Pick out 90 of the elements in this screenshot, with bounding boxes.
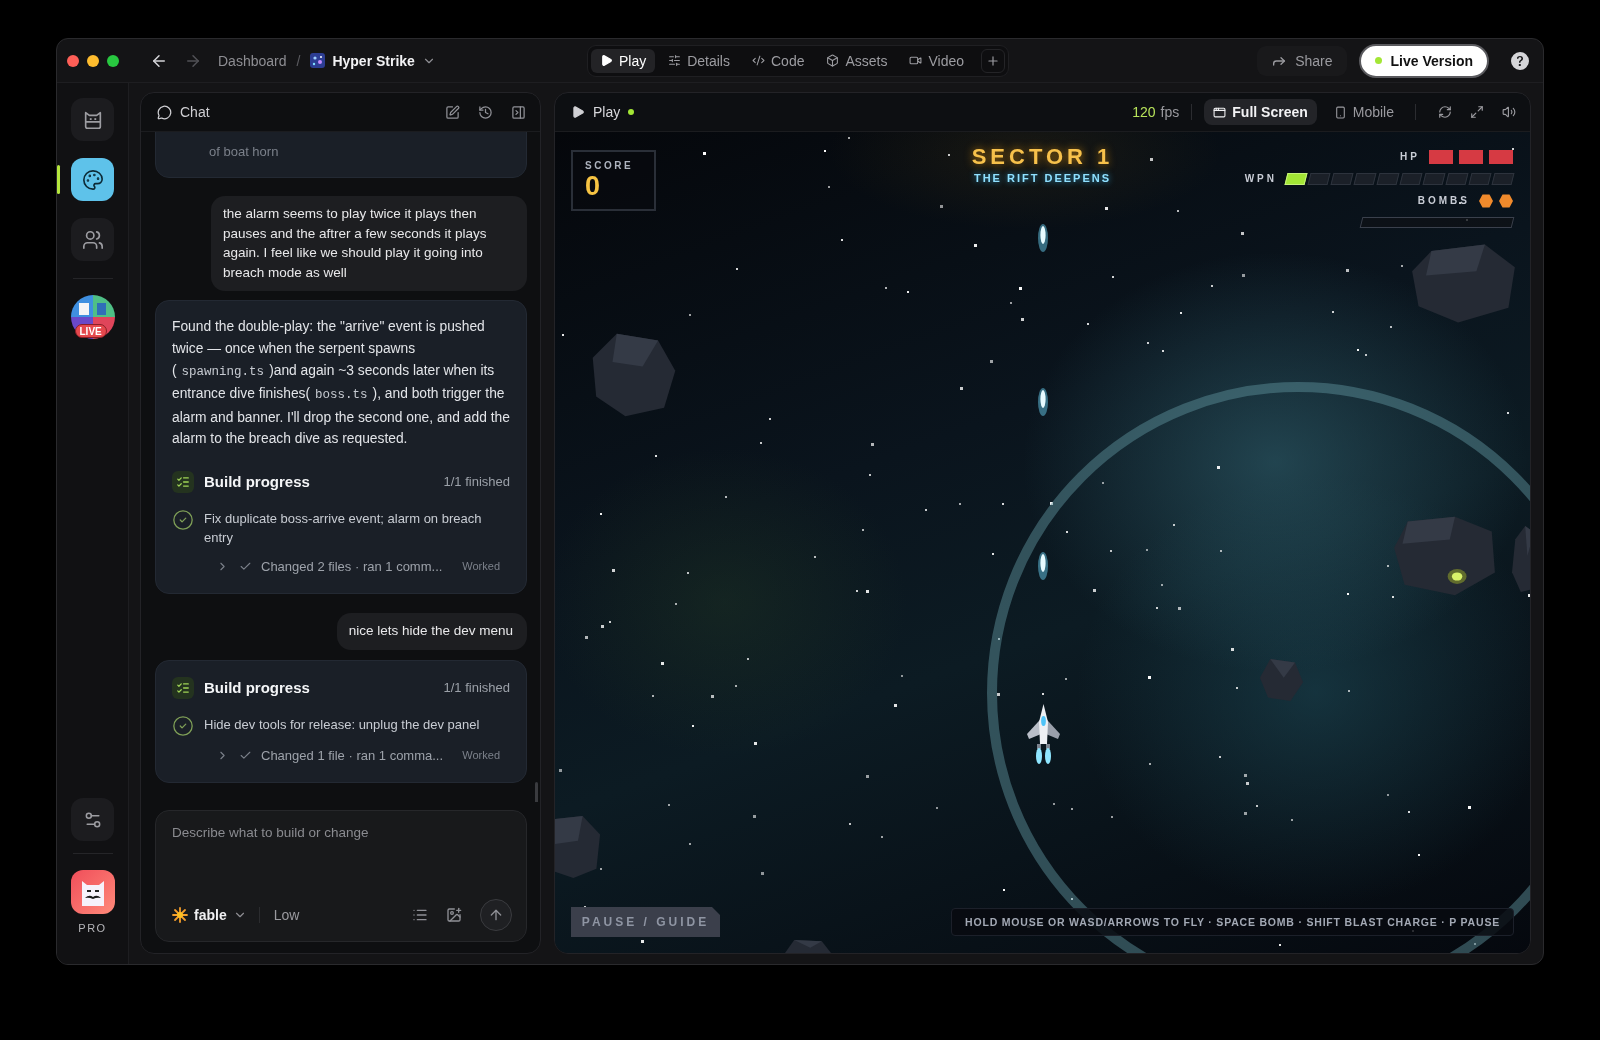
live-badge: LIVE [74, 324, 107, 338]
chat-title: Chat [180, 104, 210, 120]
weapon-label: WPN [1244, 173, 1277, 185]
checklist-icon [172, 676, 194, 699]
active-indicator [57, 165, 60, 194]
live-version-button[interactable]: Live Version [1358, 43, 1489, 78]
window-icon [1213, 105, 1227, 119]
build-progress-title: Build progress [204, 679, 310, 697]
history-button[interactable] [478, 104, 493, 120]
add-image-button[interactable] [446, 907, 462, 923]
minimize-button[interactable] [87, 54, 99, 67]
game-canvas[interactable]: SCORE 0 SECTOR 1 THE RIFT DEEPENS HP WPN BOMBS PAUSE / GUIDE HOLD MOUSE OR WASD/ARROWS TO FLY · SPACE BOMB · SHIFT BLAST CHARGE · P PAUSE [555, 132, 1530, 953]
expand-button[interactable] [1470, 105, 1484, 119]
scrollbar-thumb[interactable] [535, 782, 538, 802]
user-message: the alarm seems to play twice it plays then pauses and the aftrer a few seconds it plays again. I feel like we should play it going into breach mode as well [211, 196, 527, 292]
asteroid [555, 816, 601, 878]
share-button[interactable]: Share [1257, 45, 1347, 76]
volume-button[interactable] [1502, 105, 1516, 119]
view-mode-button[interactable]: Full Screen [1204, 99, 1317, 125]
task-text: of boat horn [209, 143, 280, 161]
laser-bolt [1038, 552, 1048, 582]
hp-label: HP [1400, 151, 1420, 163]
asteroid [1512, 526, 1530, 592]
score-label: SCORE [585, 160, 635, 171]
laser-bolt [1038, 388, 1048, 418]
profile-avatar[interactable] [70, 870, 115, 914]
play-icon [599, 54, 613, 67]
plan-label: PRO [78, 922, 107, 934]
pause-guide-button[interactable]: PAUSE / GUIDE [571, 907, 720, 937]
view-tab[interactable]: Play [590, 48, 656, 73]
task-detail[interactable]: Changed 2 files · ran 1 comm... [261, 558, 443, 574]
add-tab-button[interactable] [981, 48, 1006, 73]
effort-selector[interactable]: Low [273, 907, 300, 923]
send-button[interactable] [480, 899, 512, 931]
view-tab[interactable]: Code [743, 48, 814, 73]
task-result: Worked [462, 749, 500, 762]
view-mode-button[interactable]: Mobile [1324, 99, 1403, 125]
controls-hint: HOLD MOUSE OR WASD/ARROWS TO FLY · SPACE BOMB · SHIFT BLAST CHARGE · P PAUSE [951, 908, 1514, 936]
asteroid [1259, 658, 1304, 702]
close-button[interactable] [67, 54, 79, 67]
task-text: Hide dev tools for release: unplug the dev panel [204, 715, 480, 734]
model-selector[interactable]: fable [172, 907, 247, 923]
sliders-icon [668, 54, 682, 67]
build-progress-title: Build progress [204, 473, 310, 491]
fps-value: 120 [1132, 104, 1156, 120]
fps-unit: fps [1160, 104, 1180, 120]
view-tab[interactable]: Details [659, 48, 739, 73]
cube-icon [826, 54, 840, 67]
collapse-panel-button[interactable] [511, 104, 526, 120]
task-text: Fix duplicate boss-arrive event; alarm on breach entry [204, 509, 483, 548]
task-detail[interactable]: Changed 1 file · ran 1 comma... [261, 747, 444, 763]
users-icon [81, 228, 104, 251]
rail-button[interactable] [71, 98, 114, 141]
rail-button[interactable] [71, 218, 114, 261]
palette-icon [81, 168, 104, 191]
chat-bubble-icon [157, 104, 172, 120]
task-result: Worked [462, 560, 500, 573]
video-camera-icon [909, 54, 923, 67]
game-thumbnail-icon [310, 53, 326, 68]
phone-icon [1333, 105, 1347, 119]
build-status: 1/1 finished [443, 474, 510, 490]
breadcrumb-link[interactable]: Dashboard [218, 52, 287, 69]
play-icon [571, 105, 585, 119]
sparkle-icon [172, 907, 188, 923]
composer-box[interactable]: Describe what to build or change fable Low [155, 810, 527, 942]
bombs-label: BOMBS [1417, 195, 1470, 207]
help-icon[interactable] [1511, 51, 1529, 70]
plus-icon [986, 53, 1001, 68]
settings-button[interactable] [71, 798, 114, 841]
new-chat-button[interactable] [445, 104, 460, 120]
view-tab[interactable]: Video [900, 48, 974, 73]
code-icon [752, 54, 765, 67]
user-message: nice lets hide the dev menu [336, 612, 527, 650]
list-button[interactable] [412, 907, 428, 923]
laser-bolt [1038, 224, 1048, 254]
checklist-icon [172, 470, 194, 493]
play-title: Play [593, 104, 621, 120]
zoom-button[interactable] [107, 54, 119, 67]
prompt-field[interactable]: Describe what to build or change [172, 825, 512, 899]
view-tab[interactable]: Assets [817, 48, 897, 73]
asteroid [785, 940, 831, 953]
sector-title: SECTOR 1 [971, 144, 1114, 170]
build-status: 1/1 finished [443, 680, 510, 696]
project-switcher[interactable]: Hyper Strike [310, 52, 436, 69]
assistant-message: Found the double-play: the "arrive" event is pushed twice — once when the serpent spawns ( spawning.ts )and again ~3 seconds later when its entrance dive finishes( boss.ts ), and both trigger the alarm and banner. I'll drop the second one, and add the alarm to the breach dive as requested. [172, 318, 510, 449]
score-value: 0 [585, 171, 602, 201]
breadcrumb-separator: / [296, 52, 301, 69]
rail-button[interactable] [71, 158, 114, 201]
reload-button[interactable] [1438, 105, 1452, 119]
sector-subtitle: THE RIFT DEEPENS [973, 172, 1112, 184]
